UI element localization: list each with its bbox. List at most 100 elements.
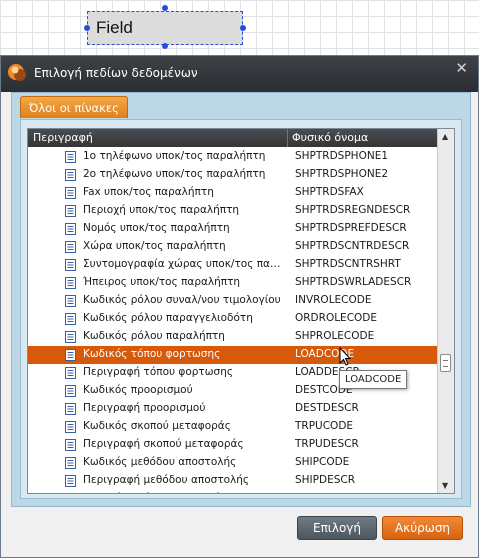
table-row[interactable]: Περιγραφή προορισμού DESTDESCR — [28, 400, 438, 418]
field-physical-name: SHPTRDSWRLADESCR — [295, 276, 412, 288]
field-description: Κωδικός ρόλου παραγγελιοδότη — [83, 312, 253, 324]
select-fields-dialog: Επιλογή πεδίων δεδομένων ✕ Όλοι οι πίνακ… — [0, 55, 479, 558]
table-row[interactable]: Κωδικός τρόπου πληρωμής PAYMCODE — [28, 490, 438, 494]
field-physical-name: SHPTRDSREGNDESCR — [295, 204, 411, 216]
field-icon — [65, 421, 76, 433]
field-physical-name: DESTDESCR — [295, 402, 359, 414]
field-physical-name: SHPTRDSCNTRDESCR — [295, 240, 410, 252]
close-icon[interactable]: ✕ — [455, 59, 468, 77]
field-icon — [65, 259, 76, 271]
field-icon — [65, 403, 76, 415]
field-description: Περιγραφή σκοπού μεταφοράς — [83, 438, 244, 450]
grid-header: Περιγραφή Φυσικό όνομα — [28, 129, 438, 147]
field-description: Περιγραφή τόπου φορτωσης — [83, 366, 234, 378]
field-physical-name: SHIPDESCR — [295, 474, 356, 486]
table-row[interactable]: Κωδικός σκοπού μεταφοράς TRPUCODE — [28, 418, 438, 436]
field-description: 1ο τηλέφωνο υποκ/τος παραλήπτη — [83, 150, 266, 162]
table-row[interactable]: Fax υποκ/τος παραλήπτη SHPTRDSFAX — [28, 184, 438, 202]
app-logo-icon — [8, 64, 26, 81]
column-header-description[interactable]: Περιγραφή — [33, 131, 93, 144]
field-physical-name: SHPTRDSPHONE1 — [295, 150, 389, 162]
field-description: Ήπειρος υποκ/τος παραλήπτη — [83, 276, 241, 288]
table-row[interactable]: 2ο τηλέφωνο υποκ/τος παραλήπτη SHPTRDSPHO… — [28, 166, 438, 184]
field-icon — [65, 241, 76, 253]
scroll-up-icon[interactable]: ▲ — [442, 132, 448, 141]
field-description: Περιγραφή προορισμού — [83, 402, 206, 414]
field-physical-name: SHPTRDSPREFDESCR — [295, 222, 407, 234]
field-physical-name: SHPTRDSFAX — [295, 186, 364, 198]
field-icon — [65, 439, 76, 451]
field-description: Fax υποκ/τος παραλήπτη — [83, 186, 214, 198]
table-row[interactable]: Κωδικός μεθόδου αποστολής SHIPCODE — [28, 454, 438, 472]
table-row[interactable]: Περιγραφή σκοπού μεταφοράς TRPUDESCR — [28, 436, 438, 454]
table-row[interactable]: Κωδικός ρόλου συναλ/νου τιμολογίου INVROL… — [28, 292, 438, 310]
resize-handle[interactable] — [162, 43, 168, 49]
column-divider[interactable] — [287, 129, 288, 147]
field-icon — [65, 367, 76, 379]
table-row[interactable]: Ήπειρος υποκ/τος παραλήπτη SHPTRDSWRLADES… — [28, 274, 438, 292]
field-icon — [65, 295, 76, 307]
field-description: Κωδικός μεθόδου αποστολής — [83, 456, 237, 468]
table-row[interactable]: Κωδικός τόπου φορτωσης LOADCODE — [28, 346, 438, 364]
table-row[interactable]: 1ο τηλέφωνο υποκ/τος παραλήπτη SHPTRDSPHO… — [28, 148, 438, 166]
field-icon — [65, 331, 76, 343]
field-physical-name: SHPROLECODE — [295, 330, 375, 342]
field-physical-name: TRPUCODE — [295, 420, 354, 432]
dialog-titlebar: Επιλογή πεδίων δεδομένων ✕ — [1, 56, 478, 92]
field-icon — [65, 313, 76, 325]
field-physical-name: TRPUDESCR — [295, 438, 359, 450]
table-row[interactable]: Κωδικός ρόλου παραλήπτη SHPROLECODE — [28, 328, 438, 346]
table-row[interactable]: Νομός υποκ/τος παραλήπτη SHPTRDSPREFDESCR — [28, 220, 438, 238]
resize-handle[interactable] — [162, 5, 168, 11]
field-description: Συντομογραφία χώρας υποκ/τος παρα... — [83, 258, 283, 270]
table-row[interactable]: Κωδικός ρόλου παραγγελιοδότη ORDROLECODE — [28, 310, 438, 328]
field-description: Χώρα υποκ/τος παραλήπτη — [83, 240, 226, 252]
tab-panel: Όλοι οι πίνακες Περιγραφή Φυσικό όνομα 1… — [11, 92, 471, 507]
scrollbar-thumb[interactable] — [440, 354, 451, 372]
table-row[interactable]: Συντομογραφία χώρας υποκ/τος παρα... SHPT… — [28, 256, 438, 274]
tooltip: LOADCODE — [339, 370, 408, 389]
fields-grid: Περιγραφή Φυσικό όνομα 1ο τηλέφωνο υποκ/… — [27, 128, 455, 494]
field-icon — [65, 187, 76, 199]
field-icon — [65, 385, 76, 397]
design-field[interactable]: Field — [87, 11, 243, 45]
vertical-scrollbar[interactable]: ▲ ▼ — [437, 129, 454, 493]
field-icon — [65, 457, 76, 469]
field-description: Κωδικός προορισμού — [83, 384, 193, 396]
field-description: Κωδικός σκοπού μεταφοράς — [83, 420, 231, 432]
field-icon — [65, 151, 76, 163]
field-icon — [65, 493, 76, 494]
field-physical-name: INVROLECODE — [295, 294, 372, 306]
tab-all-tables[interactable]: Όλοι οι πίνακες — [20, 96, 128, 118]
field-physical-name: SHPTRDSCNTRSHRT — [295, 258, 401, 270]
resize-handle[interactable] — [84, 25, 90, 31]
table-row[interactable]: Περιοχή υποκ/τος παραλήπτη SHPTRDSREGNDES… — [28, 202, 438, 220]
design-field-label: Field — [96, 18, 133, 37]
field-physical-name: PAYMCODE — [295, 492, 435, 493]
table-row[interactable]: Χώρα υποκ/τος παραλήπτη SHPTRDSCNTRDESCR — [28, 238, 438, 256]
field-icon — [65, 205, 76, 217]
field-icon — [65, 169, 76, 181]
field-physical-name: LOADCODE — [295, 348, 355, 360]
field-description: 2ο τηλέφωνο υποκ/τος παραλήπτη — [83, 168, 266, 180]
field-icon — [65, 475, 76, 487]
field-icon — [65, 277, 76, 289]
table-row[interactable]: Περιγραφή μεθόδου αποστολής SHIPDESCR — [28, 472, 438, 490]
resize-handle[interactable] — [240, 25, 246, 31]
field-description: Κωδικός τρόπου πληρωμής — [83, 492, 283, 493]
mouse-pointer-icon — [339, 347, 352, 366]
field-description: Κωδικός ρόλου συναλ/νου τιμολογίου — [83, 294, 281, 306]
field-icon — [65, 223, 76, 235]
cancel-button[interactable]: Ακύρωση — [382, 516, 463, 540]
scroll-down-icon[interactable]: ▼ — [442, 481, 448, 490]
field-description: Κωδικός τόπου φορτωσης — [83, 348, 221, 360]
field-physical-name: SHIPCODE — [295, 456, 350, 468]
field-description: Περιοχή υποκ/τος παραλήπτη — [83, 204, 240, 216]
column-header-physical-name[interactable]: Φυσικό όνομα — [292, 131, 368, 144]
field-description: Νομός υποκ/τος παραλήπτη — [83, 222, 230, 234]
select-button[interactable]: Επιλογή — [297, 516, 377, 540]
field-physical-name: SHPTRDSPHONE2 — [295, 168, 389, 180]
grid-rows: 1ο τηλέφωνο υποκ/τος παραλήπτη SHPTRDSPHO… — [28, 148, 438, 494]
grid-container: Περιγραφή Φυσικό όνομα 1ο τηλέφωνο υποκ/… — [20, 119, 462, 499]
field-description: Κωδικός ρόλου παραλήπτη — [83, 330, 225, 342]
